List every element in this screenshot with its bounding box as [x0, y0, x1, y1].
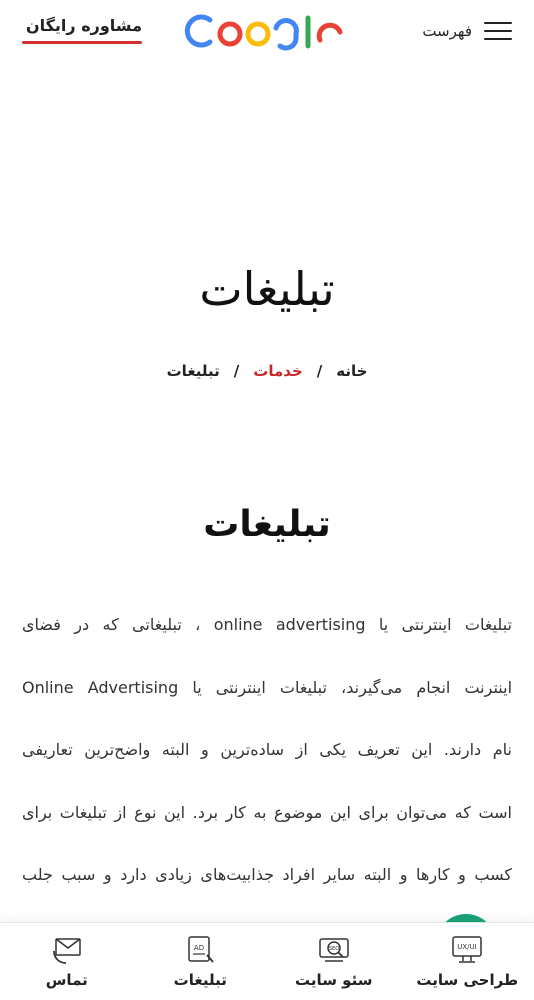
bottom-nav: UX/UI طراحی سایت SEO سئو سایت AD تبلیغات [0, 922, 534, 1000]
ad-document-icon: AD [188, 935, 214, 963]
nav-label-seo: سئو سایت [295, 970, 373, 989]
hamburger-icon [484, 20, 512, 42]
consultation-underline [22, 41, 142, 44]
logo-glyph-2 [217, 21, 243, 47]
svg-text:UX/UI: UX/UI [458, 943, 477, 951]
logo-glyph-4 [273, 18, 299, 51]
free-consultation-label: مشاوره رایگان [25, 16, 142, 35]
header: مشاوره رایگان فهرست [0, 0, 534, 62]
nav-item-advertising[interactable]: AD تبلیغات [140, 935, 260, 989]
nav-item-web-design[interactable]: UX/UI طراحی سایت [407, 935, 527, 989]
article-paragraph: تبلیغات اینترنتی یا online advertising ،… [22, 594, 512, 907]
nav-item-contact[interactable]: تماس [7, 935, 127, 989]
breadcrumb-separator: / [233, 362, 240, 380]
logo-glyph-3 [245, 21, 271, 47]
menu-button[interactable]: فهرست [422, 16, 512, 46]
logo-glyph-1 [184, 14, 213, 48]
svg-text:AD: AD [194, 944, 204, 952]
logo-glyph-6 [316, 22, 343, 43]
free-consultation-link[interactable]: مشاوره رایگان [22, 14, 142, 44]
breadcrumb-current: تبلیغات [166, 362, 220, 380]
paragraph-line: کسب و کارها و البته سایر افراد جذابیت‌ها… [22, 865, 512, 884]
ux-ui-monitor-icon: UX/UI [452, 935, 482, 963]
breadcrumb-separator: / [316, 362, 323, 380]
page-title: تبلیغات [199, 262, 335, 316]
breadcrumb-home[interactable]: خانه [336, 362, 367, 380]
seo-magnifier-icon: SEO [319, 937, 349, 962]
svg-text:SEO: SEO [329, 946, 339, 952]
breadcrumb-services[interactable]: خدمات [253, 362, 302, 380]
envelope-phone-icon [52, 937, 81, 964]
logo[interactable] [180, 10, 355, 52]
breadcrumb: خانه / خدمات / تبلیغات [0, 362, 534, 380]
nav-label-web-design: طراحی سایت [416, 970, 519, 989]
nav-item-seo[interactable]: SEO سئو سایت [274, 935, 394, 989]
nav-label-advertising: تبلیغات [173, 970, 227, 989]
paragraph-line: است که می‌توان برای این موضوع به کار برد… [22, 802, 512, 822]
paragraph-line: اینترنت انجام می‌گیرند، تبلیغات اینترنتی… [22, 677, 513, 697]
paragraph-line: نام دارند. این تعریف یکی از ساده‌ترین و … [22, 740, 512, 759]
menu-label: فهرست [422, 22, 472, 40]
nav-label-contact: تماس [45, 970, 88, 989]
section-title: تبلیغات [203, 504, 331, 545]
paragraph-line: تبلیغات اینترنتی یا online advertising ،… [22, 615, 512, 634]
